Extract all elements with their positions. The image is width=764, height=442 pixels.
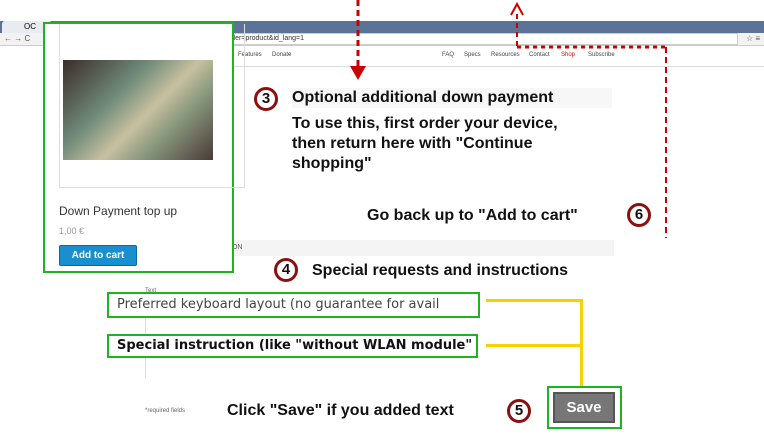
step-5-badge: 5 — [507, 399, 531, 423]
connector-line — [486, 299, 583, 302]
down-arrow-head — [350, 66, 366, 80]
step-6-badge: 6 — [627, 203, 651, 227]
step-4-text: Special requests and instructions — [312, 262, 569, 279]
keyboard-layout-input[interactable]: Preferred keyboard layout (no guarantee … — [107, 292, 480, 318]
connector-line — [486, 344, 583, 347]
step-3-badge: 3 — [254, 87, 278, 111]
connector-line — [580, 299, 583, 387]
save-button[interactable]: Save — [553, 392, 615, 423]
step-3-body: To use this, first order your device, th… — [292, 115, 558, 172]
up-arrow-head — [510, 1, 524, 16]
special-instruction-input[interactable]: Special instruction (like "without WLAN … — [107, 334, 478, 358]
step-3-title: Optional additional down payment — [292, 88, 612, 108]
step-4-badge: 4 — [274, 258, 298, 282]
step-6-text: Go back up to "Add to cart" — [367, 207, 578, 224]
step-5-text: Click "Save" if you added text — [227, 402, 454, 419]
